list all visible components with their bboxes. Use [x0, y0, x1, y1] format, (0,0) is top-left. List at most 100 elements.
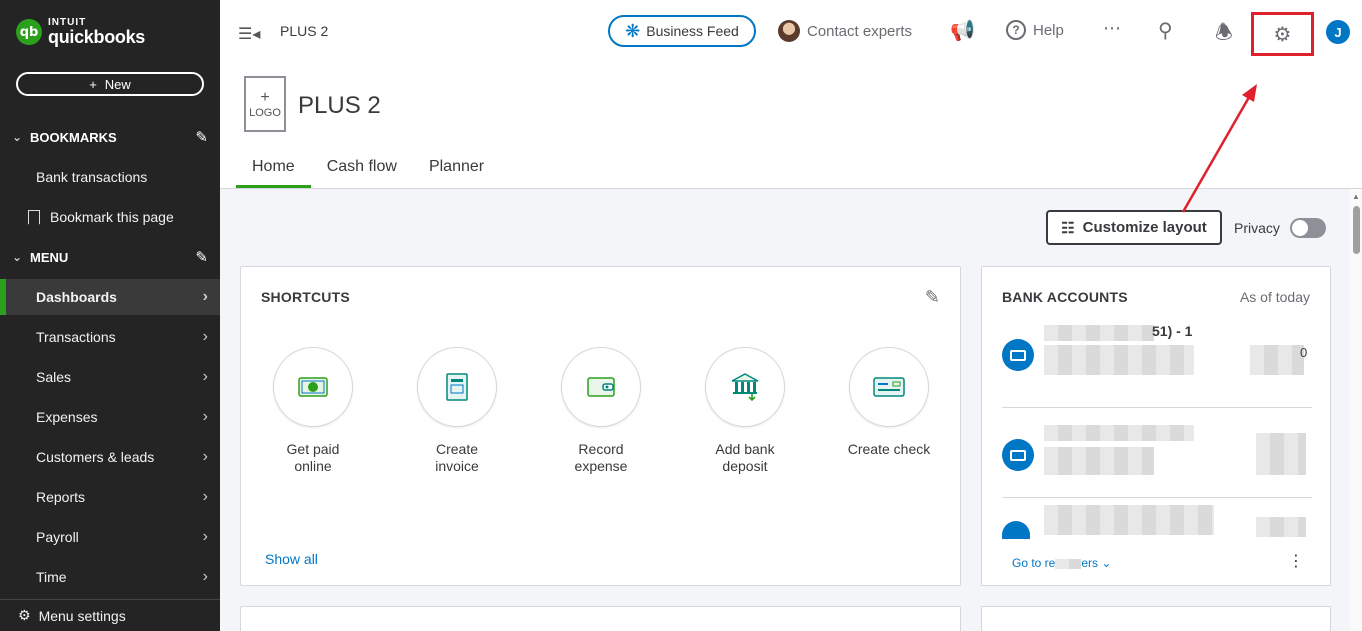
redacted-account-detail: [1044, 345, 1194, 375]
sidebar-item-transactions[interactable]: Transactions ›: [0, 319, 220, 355]
tab-planner[interactable]: Planner: [413, 152, 500, 188]
gear-icon: ⚙: [1273, 23, 1292, 46]
redacted-account-name: [1044, 425, 1194, 441]
user-avatar[interactable]: J: [1326, 20, 1350, 44]
shortcut-label: expense: [574, 458, 628, 474]
bank-accounts-card: BANK ACCOUNTS As of today 51) - 1 0 Go t…: [981, 266, 1331, 586]
menu-settings-label: Menu settings: [38, 607, 126, 624]
sidebar-item-label: Reports: [36, 489, 86, 505]
bookmark-label: Bank transactions: [36, 169, 148, 185]
menu-header[interactable]: ⌄ MENU ✎: [12, 247, 208, 267]
dashboard-tabs: Home Cash flow Planner: [236, 152, 500, 188]
add-logo-button[interactable]: + LOGO: [244, 76, 286, 132]
contact-experts-button[interactable]: Contact experts: [778, 20, 912, 42]
sidebar-item-customers-leads[interactable]: Customers & leads ›: [0, 439, 220, 475]
plus-icon: +: [89, 76, 97, 92]
menu-settings-button[interactable]: ⚙ Menu settings: [0, 599, 220, 631]
privacy-label: Privacy: [1234, 220, 1280, 236]
business-feed-label: Business Feed: [646, 23, 739, 39]
sidebar-item-expenses[interactable]: Expenses ›: [0, 399, 220, 435]
edit-bookmarks-pencil-icon[interactable]: ✎: [195, 128, 208, 146]
sidebar-item-label: Payroll: [36, 529, 79, 545]
tasks-card: [240, 606, 961, 631]
scrollbar-thumb[interactable]: [1353, 206, 1360, 254]
bookmark-icon: [28, 209, 40, 225]
redacted-balance: [1256, 433, 1306, 475]
chevron-right-icon: ›: [202, 328, 208, 345]
sparkle-icon: ❋: [625, 20, 641, 41]
settings-gear-button[interactable]: ⚙: [1251, 12, 1314, 56]
invoice-icon: [417, 347, 497, 427]
customize-layout-button[interactable]: ☷ Customize layout: [1046, 210, 1222, 245]
bank-card-icon: [1002, 521, 1030, 539]
sidebar-item-time[interactable]: Time ›: [0, 559, 220, 595]
quickbooks-logo[interactable]: qb INTUIT quickbooks: [16, 18, 145, 46]
shortcut-get-paid-online[interactable]: Get paid online: [253, 347, 373, 475]
logo-placeholder-label: LOGO: [249, 107, 281, 119]
show-all-link[interactable]: Show all: [265, 551, 318, 567]
sidebar-item-payroll[interactable]: Payroll ›: [0, 519, 220, 555]
privacy-toggle[interactable]: [1289, 218, 1326, 238]
page-scrollbar[interactable]: [1350, 189, 1362, 631]
account-divider: [1002, 497, 1312, 498]
sidebar-item-label: Expenses: [36, 409, 98, 425]
shortcut-create-invoice[interactable]: Create invoice: [397, 347, 517, 475]
cash-icon: [273, 347, 353, 427]
megaphone-icon[interactable]: 📢: [950, 18, 975, 43]
chevron-right-icon: ›: [202, 488, 208, 505]
sidebar-item-label: Transactions: [36, 329, 116, 345]
scroll-up-arrow-icon[interactable]: ▲: [1352, 192, 1360, 201]
balance-fragment: 0: [1300, 345, 1308, 360]
bank-account-row[interactable]: [1002, 503, 1312, 539]
edit-menu-pencil-icon[interactable]: ✎: [195, 248, 208, 266]
sidebar-item-dashboards[interactable]: Dashboards ›: [0, 279, 220, 315]
redacted-balance: [1256, 517, 1306, 537]
shortcut-record-expense[interactable]: Record expense: [541, 347, 661, 475]
bank-account-row[interactable]: [1002, 423, 1312, 483]
top-bar: ☰◂ PLUS 2 ❋ Business Feed Contact expert…: [220, 0, 1362, 62]
sidebar-item-sales[interactable]: Sales ›: [0, 359, 220, 395]
chevron-right-icon: ›: [202, 448, 208, 465]
go-to-registers-link[interactable]: Go to re ers ⌄: [1012, 556, 1111, 570]
sliders-icon: ☷: [1061, 219, 1075, 237]
shortcut-add-bank-deposit[interactable]: Add bank deposit: [685, 347, 805, 475]
account-divider: [1002, 407, 1312, 408]
company-name-top: PLUS 2: [280, 23, 329, 39]
chevron-right-icon: ›: [202, 528, 208, 545]
go-to-registers-label: Go to re: [1012, 556, 1056, 570]
shortcut-label: Create check: [847, 441, 931, 457]
bookmarks-header[interactable]: ⌄ BOOKMARKS ✎: [12, 127, 208, 147]
new-button[interactable]: + New: [16, 72, 204, 96]
edit-shortcuts-pencil-icon[interactable]: ✎: [925, 287, 940, 308]
shortcuts-title: SHORTCUTS: [261, 289, 350, 305]
gear-icon: ⚙: [18, 607, 31, 623]
more-options-icon[interactable]: ⋮: [1288, 551, 1304, 571]
tab-cash-flow[interactable]: Cash flow: [311, 152, 413, 188]
sidebar-item-label: Dashboards: [36, 289, 117, 305]
redacted-balance: [1250, 345, 1304, 375]
apps-grid-icon[interactable]: ⋯: [1103, 18, 1121, 39]
shortcut-label: Add bank: [715, 441, 775, 457]
bank-card-icon: [1002, 439, 1034, 471]
menu-header-label: MENU: [30, 249, 69, 265]
plus-icon: +: [260, 88, 270, 106]
bookmark-this-page[interactable]: Bookmark this page: [0, 199, 220, 235]
shortcut-create-check[interactable]: Create check: [829, 347, 949, 458]
bank-account-row[interactable]: 51) - 1 0: [1002, 323, 1312, 383]
bell-icon[interactable]: 🕭: [1215, 18, 1233, 52]
chevron-right-icon: ›: [202, 408, 208, 425]
sidebar-item-reports[interactable]: Reports ›: [0, 479, 220, 515]
chevron-down-icon: ⌄: [12, 250, 23, 264]
collapse-menu-icon[interactable]: ☰◂: [238, 24, 260, 44]
redacted-account-name: [1044, 325, 1154, 341]
business-feed-button[interactable]: ❋ Business Feed: [608, 15, 756, 47]
shortcut-label: Record: [578, 441, 624, 457]
bookmark-bank-transactions[interactable]: Bank transactions: [0, 159, 220, 195]
shortcut-label: deposit: [722, 458, 768, 474]
help-button[interactable]: ? Help: [1006, 20, 1064, 40]
tab-home[interactable]: Home: [236, 152, 311, 188]
search-icon[interactable]: ⚲: [1158, 18, 1173, 43]
new-button-label: New: [104, 76, 131, 92]
expert-avatar-icon: [778, 20, 800, 42]
as-of-label: As of today: [1239, 289, 1310, 305]
